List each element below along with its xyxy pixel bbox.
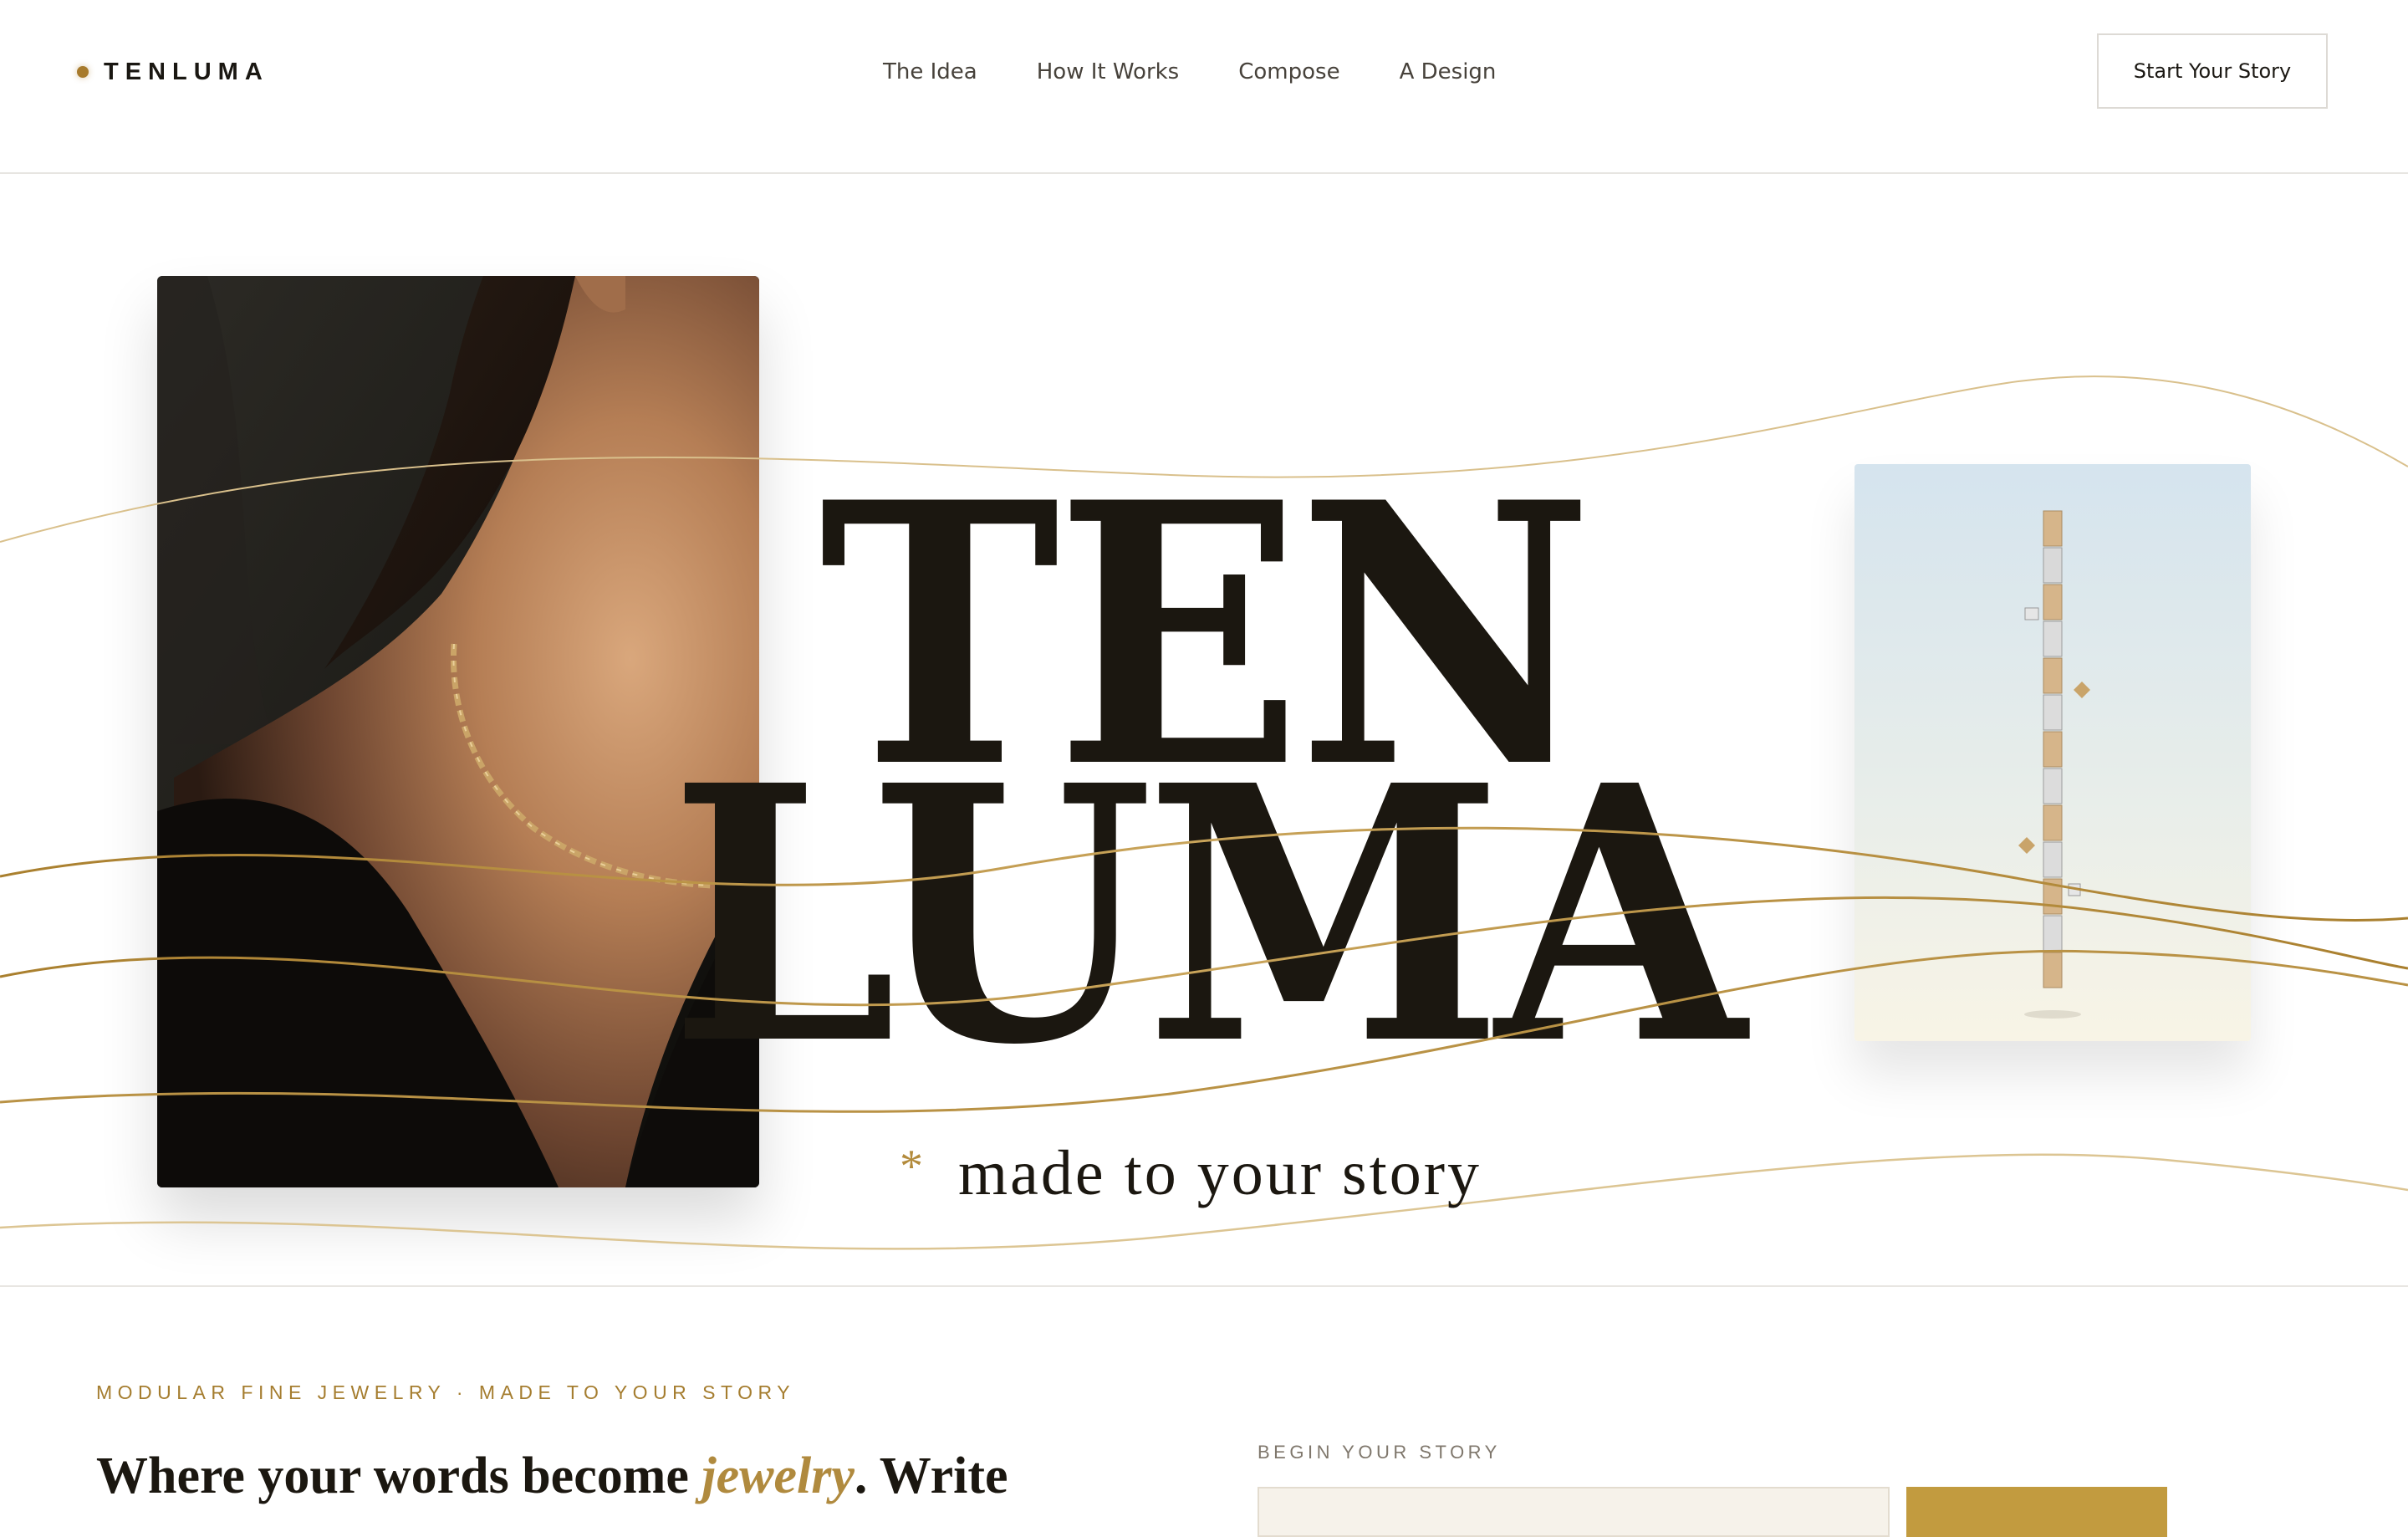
section-divider bbox=[0, 1285, 2408, 1287]
tagline-text: made to your story bbox=[958, 1137, 1482, 1208]
nav-link-a-design[interactable]: A Design bbox=[1400, 59, 1497, 84]
headline-text-2: . Write bbox=[854, 1448, 1008, 1504]
story-submit-button[interactable] bbox=[1906, 1487, 2167, 1537]
start-your-story-button[interactable]: Start Your Story bbox=[2097, 33, 2328, 109]
headline-emphasis: jewelry bbox=[701, 1448, 855, 1504]
nav-link-compose[interactable]: Compose bbox=[1238, 59, 1339, 84]
nav-link-the-idea[interactable]: The Idea bbox=[883, 59, 977, 84]
site-header: TENLUMA The Idea How It Works Compose A … bbox=[0, 0, 2408, 174]
story-input[interactable] bbox=[1258, 1487, 1890, 1537]
brand-dot-icon bbox=[77, 66, 89, 78]
brand-logo[interactable]: TENLUMA bbox=[77, 55, 269, 89]
nav-link-how-it-works[interactable]: How It Works bbox=[1037, 59, 1180, 84]
main-nav: The Idea How It Works Compose A Design bbox=[883, 55, 1496, 89]
begin-story-label: BEGIN YOUR STORY bbox=[1258, 1442, 1501, 1463]
hero-wordmark-line2: LUMA bbox=[669, 710, 1746, 1122]
asterisk-icon: * bbox=[900, 1141, 923, 1192]
hero-section: TEN LUMA * made to your story bbox=[0, 174, 2408, 1286]
hero-tagline: * made to your story bbox=[900, 1136, 1482, 1211]
headline-text-1: Where your words become bbox=[96, 1448, 702, 1504]
intro-eyebrow: MODULAR FINE JEWELRY · MADE TO YOUR STOR… bbox=[96, 1381, 796, 1403]
brand-name: TENLUMA bbox=[104, 58, 269, 85]
intro-headline: Where your words become jewelry. Write bbox=[96, 1447, 1008, 1506]
